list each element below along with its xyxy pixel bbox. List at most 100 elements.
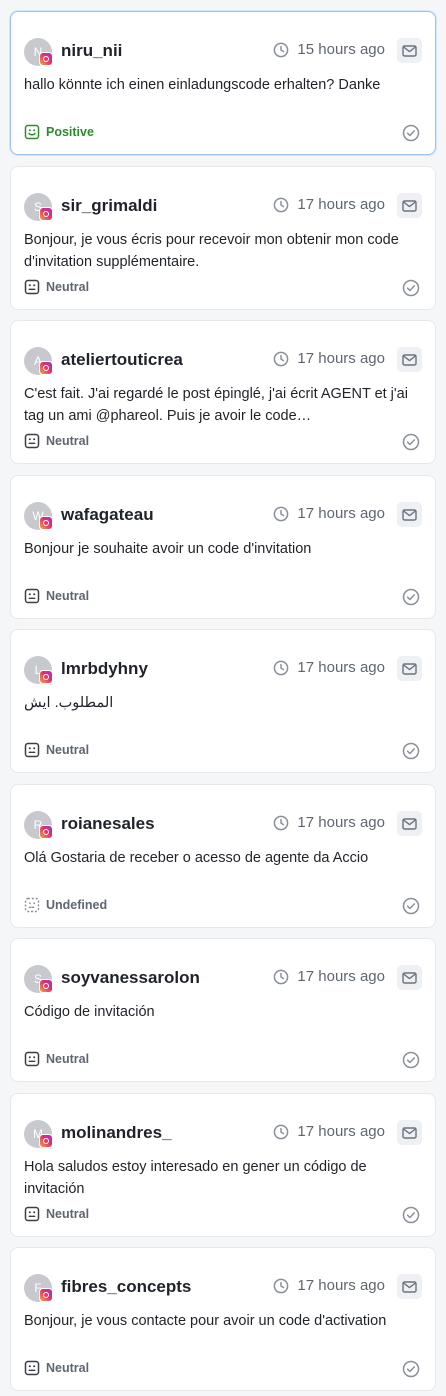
clock-icon <box>273 815 289 831</box>
check-circle-icon <box>402 433 420 451</box>
check-circle-icon <box>402 742 420 760</box>
timestamp-label: 17 hours ago <box>297 814 385 831</box>
message-text: hallo könnte ich einen einladungscode er… <box>24 77 381 93</box>
message-text: Código de invitación <box>24 1004 155 1020</box>
timestamp: 17 hours ago <box>273 196 385 213</box>
check-circle-icon <box>402 588 420 606</box>
message-text: Bonjour je souhaite avoir un code d'invi… <box>24 541 312 557</box>
mark-done-button[interactable] <box>402 1360 420 1378</box>
reply-mail-button[interactable] <box>397 347 422 372</box>
sentiment-badge: Neutral <box>24 1360 89 1376</box>
mail-icon <box>402 662 417 675</box>
neutral-face-icon <box>24 1051 40 1067</box>
sentiment-label: Neutral <box>46 434 90 448</box>
timestamp: 17 hours ago <box>273 505 385 522</box>
message-card[interactable]: Llmrbdyhny 17 hours ago المطلوب. ايش Neutra… <box>10 629 436 773</box>
sentiment-label: Neutral <box>46 1052 90 1066</box>
sentiment-label: Neutral <box>46 280 90 294</box>
message-card[interactable]: Aateliertouticrea 17 hours ago C'est fait.… <box>10 320 436 464</box>
message-text: المطلوب. ايش <box>24 695 114 711</box>
sentiment-badge: Neutral <box>24 742 89 758</box>
mark-done-button[interactable] <box>402 124 420 142</box>
clock-icon <box>273 660 289 676</box>
sentiment-badge: Undefined <box>24 897 107 913</box>
clock-icon <box>273 351 289 367</box>
timestamp: 17 hours ago <box>273 814 385 831</box>
username[interactable]: wafagateau <box>61 505 154 525</box>
sentiment-label: Positive <box>46 125 94 139</box>
clock-icon <box>273 506 289 522</box>
check-circle-icon <box>402 124 420 142</box>
username[interactable]: niru_nii <box>61 41 122 61</box>
reply-mail-button[interactable] <box>397 1274 422 1299</box>
mark-done-button[interactable] <box>402 742 420 760</box>
message-card[interactable]: Rroianesales 17 hours ago Olá Gostaria de … <box>10 784 436 928</box>
check-circle-icon <box>402 1360 420 1378</box>
message-text: Bonjour, je vous écris pour recevoir mon… <box>24 232 399 270</box>
timestamp-label: 17 hours ago <box>297 1123 385 1140</box>
sentiment-label: Neutral <box>46 1207 90 1221</box>
instagram-icon <box>39 207 53 221</box>
sentiment-badge: Neutral <box>24 279 89 295</box>
mark-done-button[interactable] <box>402 588 420 606</box>
neutral-face-icon <box>24 1360 40 1376</box>
mark-done-button[interactable] <box>402 1206 420 1224</box>
message-card[interactable]: Ssir_grimaldi 17 hours ago Bonjour, je vou… <box>10 166 436 310</box>
message-text: Olá Gostaria de receber o acesso de agen… <box>24 850 369 866</box>
instagram-icon <box>39 1134 53 1148</box>
username[interactable]: lmrbdyhny <box>61 659 148 679</box>
dashed-face-icon <box>24 897 40 913</box>
message-card[interactable]: Wwafagateau 17 hours ago Bonjour je souhai… <box>10 475 436 619</box>
timestamp: 15 hours ago <box>273 41 385 58</box>
reply-mail-button[interactable] <box>397 965 422 990</box>
clock-icon <box>273 1124 289 1140</box>
timestamp: 17 hours ago <box>273 968 385 985</box>
sentiment-label: Neutral <box>46 743 90 757</box>
username[interactable]: sir_grimaldi <box>61 196 157 216</box>
message-text: Hola saludos estoy interesado en gener u… <box>24 1159 367 1197</box>
reply-mail-button[interactable] <box>397 1120 422 1145</box>
mark-done-button[interactable] <box>402 1051 420 1069</box>
instagram-icon <box>39 670 53 684</box>
mail-icon <box>402 817 417 830</box>
message-card[interactable]: Ssoyvanessarolon 17 hours ago Código de in… <box>10 938 436 1082</box>
username[interactable]: ateliertouticrea <box>61 350 183 370</box>
reply-mail-button[interactable] <box>397 38 422 63</box>
username[interactable]: roianesales <box>61 814 155 834</box>
neutral-face-icon <box>24 588 40 604</box>
reply-mail-button[interactable] <box>397 656 422 681</box>
message-text: C'est fait. J'ai regardé le post épinglé… <box>24 386 408 424</box>
instagram-icon <box>39 361 53 375</box>
instagram-icon <box>39 52 53 66</box>
check-circle-icon <box>402 1206 420 1224</box>
reply-mail-button[interactable] <box>397 811 422 836</box>
mail-icon <box>402 1280 417 1293</box>
username[interactable]: fibres_concepts <box>61 1277 191 1297</box>
message-card[interactable]: Mmolinandres_ 17 hours ago Hola saludos es… <box>10 1093 436 1237</box>
mail-icon <box>402 199 417 212</box>
clock-icon <box>273 1278 289 1294</box>
check-circle-icon <box>402 1051 420 1069</box>
timestamp: 17 hours ago <box>273 659 385 676</box>
instagram-icon <box>39 1288 53 1302</box>
mark-done-button[interactable] <box>402 433 420 451</box>
timestamp: 17 hours ago <box>273 350 385 367</box>
timestamp-label: 17 hours ago <box>297 350 385 367</box>
sentiment-badge: Neutral <box>24 588 89 604</box>
clock-icon <box>273 197 289 213</box>
username[interactable]: soyvanessarolon <box>61 968 200 988</box>
reply-mail-button[interactable] <box>397 193 422 218</box>
timestamp-label: 17 hours ago <box>297 968 385 985</box>
sentiment-badge: Neutral <box>24 1051 89 1067</box>
message-card[interactable]: Ffibres_concepts 17 hours ago Bonjour, je … <box>10 1247 436 1391</box>
username[interactable]: molinandres_ <box>61 1123 172 1143</box>
message-card[interactable]: Nniru_nii 15 hours ago hallo könnte ich ei… <box>10 11 436 155</box>
mark-done-button[interactable] <box>402 897 420 915</box>
timestamp-label: 17 hours ago <box>297 505 385 522</box>
check-circle-icon <box>402 279 420 297</box>
clock-icon <box>273 969 289 985</box>
check-circle-icon <box>402 897 420 915</box>
timestamp: 17 hours ago <box>273 1277 385 1294</box>
reply-mail-button[interactable] <box>397 502 422 527</box>
mark-done-button[interactable] <box>402 279 420 297</box>
